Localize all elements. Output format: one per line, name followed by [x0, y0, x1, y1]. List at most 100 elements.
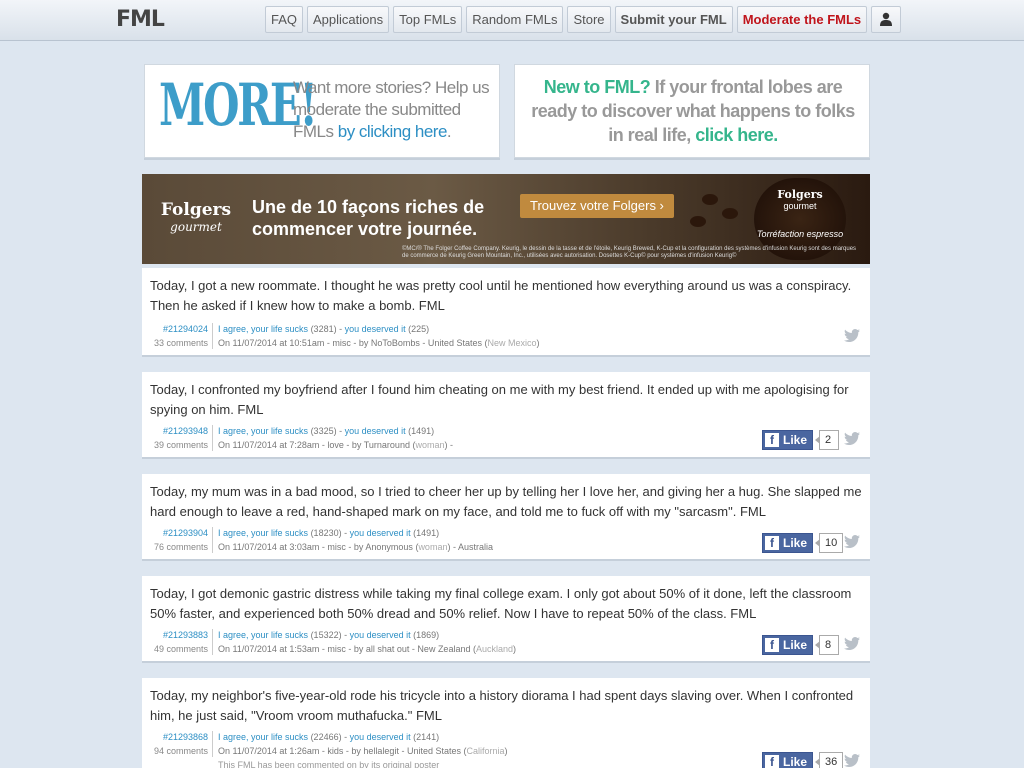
new-to-fml-lead: New to FML?	[543, 77, 651, 97]
deserved-link[interactable]: you deserved it	[350, 630, 411, 640]
nav-random-fmls[interactable]: Random FMLs	[466, 6, 564, 33]
votes-separator: -	[336, 324, 345, 334]
story-number[interactable]: #21293904	[150, 526, 208, 540]
story-date-author: On 11/07/2014 at 3:03am - misc - by Anon…	[218, 542, 419, 552]
like-label: Like	[783, 638, 808, 652]
story-id-block: #21294024 33 comments	[150, 322, 208, 350]
nav-submit-fml[interactable]: Submit your FML	[614, 6, 733, 33]
twitter-icon[interactable]	[844, 754, 860, 767]
twitter-icon[interactable]	[844, 637, 860, 650]
ad-brand-sub: gourmet	[170, 220, 222, 234]
story-location: California	[466, 746, 505, 756]
story-location: Auckland	[475, 644, 513, 654]
fml-logo[interactable]: FML	[116, 7, 165, 32]
twitter-icon[interactable]	[844, 535, 860, 548]
deserved-count: (225)	[408, 324, 430, 334]
facebook-like-button[interactable]: f Like	[762, 752, 814, 768]
fml-story: Today, I got demonic gastric distress wh…	[142, 576, 870, 663]
deserved-link[interactable]: you deserved it	[345, 426, 406, 436]
meta-divider	[212, 731, 213, 757]
story-id-block: #21293868 94 comments	[150, 730, 208, 758]
story-id-block: #21293883 49 comments	[150, 628, 208, 656]
ad-cta-button[interactable]: Trouvez votre Folgers ›	[520, 194, 674, 218]
main-nav: FAQ Applications Top FMLs Random FMLs St…	[265, 6, 902, 33]
story-meta-end: ) -	[444, 440, 453, 450]
story-date-author: On 11/07/2014 at 1:26am - kids - by hell…	[218, 746, 467, 756]
agree-count: (22466)	[310, 732, 342, 742]
story-meta-end: ) - Australia	[447, 542, 493, 552]
original-poster-note: This FML has been commented on by its or…	[218, 760, 440, 768]
story-number[interactable]: #21293868	[150, 730, 208, 744]
agree-link[interactable]: I agree, your life sucks	[218, 324, 308, 334]
deserved-count: (1869)	[413, 630, 440, 640]
story-votes: I agree, your life sucks (3281) - you de…	[218, 322, 738, 336]
story-votes: I agree, your life sucks (22466) - you d…	[218, 730, 738, 744]
like-label: Like	[783, 536, 808, 550]
facebook-like-button[interactable]: f Like	[762, 533, 814, 553]
fml-story: Today, I confronted my boyfriend after I…	[142, 372, 870, 459]
votes-separator: -	[341, 528, 350, 538]
fml-story: Today, my mum was in a bad mood, so I tr…	[142, 474, 870, 561]
story-comments-count[interactable]: 33 comments	[150, 336, 208, 350]
facebook-like-widget: f Like 2	[762, 430, 840, 450]
story-meta: I agree, your life sucks (22466) - you d…	[218, 730, 738, 758]
twitter-icon[interactable]	[844, 329, 860, 342]
story-number[interactable]: #21293883	[150, 628, 208, 642]
moderate-promo-box[interactable]: MORE! Want more stories? Help us moderat…	[144, 64, 500, 158]
fml-story: Today, my neighbor's five-year-old rode …	[142, 678, 870, 768]
user-menu-button[interactable]	[871, 6, 902, 33]
moderate-promo-text: Want more stories? Help us moderate the …	[293, 77, 493, 143]
story-comments-count[interactable]: 94 comments	[150, 744, 208, 758]
story-id-block: #21293904 76 comments	[150, 526, 208, 554]
nav-top-fmls[interactable]: Top FMLs	[393, 6, 463, 33]
folgers-logo: Folgers gourmet	[160, 186, 232, 250]
story-location: woman	[418, 542, 448, 552]
ad-fine-print: ©MC/® The Folger Coffee Company. Keurig,…	[402, 246, 857, 259]
deserved-link[interactable]: you deserved it	[350, 528, 411, 538]
story-details: On 11/07/2014 at 1:53am - misc - by all …	[218, 642, 738, 656]
story-comments-count[interactable]: 76 comments	[150, 540, 208, 554]
like-count: 2	[815, 430, 840, 450]
new-to-fml-link[interactable]: click here.	[695, 125, 778, 145]
story-meta: I agree, your life sucks (15322) - you d…	[218, 628, 738, 656]
story-id-block: #21293948 39 comments	[150, 424, 208, 452]
meta-divider	[212, 629, 213, 655]
moderate-promo-period: .	[446, 122, 452, 141]
agree-link[interactable]: I agree, your life sucks	[218, 630, 308, 640]
deserved-link[interactable]: you deserved it	[350, 732, 411, 742]
agree-link[interactable]: I agree, your life sucks	[218, 528, 308, 538]
votes-separator: -	[341, 630, 350, 640]
new-to-fml-promo-box[interactable]: New to FML? If your frontal lobes are re…	[514, 64, 870, 158]
meta-divider	[212, 323, 213, 349]
story-comments-count[interactable]: 39 comments	[150, 438, 208, 452]
nav-moderate-fmls[interactable]: Moderate the FMLs	[736, 6, 868, 33]
story-details: On 11/07/2014 at 3:03am - misc - by Anon…	[218, 540, 738, 554]
story-meta: I agree, your life sucks (3281) - you de…	[218, 322, 738, 350]
story-votes: I agree, your life sucks (3325) - you de…	[218, 424, 738, 438]
facebook-like-button[interactable]: f Like	[762, 430, 814, 450]
deserved-count: (2141)	[413, 732, 440, 742]
nav-applications[interactable]: Applications	[307, 6, 390, 33]
facebook-like-button[interactable]: f Like	[762, 635, 814, 655]
nav-store[interactable]: Store	[567, 6, 611, 33]
ad-headline: Une de 10 façons riches de commencer vot…	[252, 197, 485, 239]
deserved-count: (1491)	[408, 426, 435, 436]
story-text: Today, my neighbor's five-year-old rode …	[150, 688, 854, 723]
coffee-bean-decoration	[690, 216, 706, 227]
ad-brand-name: Folgers	[160, 200, 232, 220]
agree-link[interactable]: I agree, your life sucks	[218, 732, 308, 742]
nav-faq[interactable]: FAQ	[265, 6, 304, 33]
story-meta: I agree, your life sucks (18230) - you d…	[218, 526, 738, 554]
moderate-promo-link[interactable]: by clicking here	[338, 122, 448, 141]
folgers-ad-banner[interactable]: Folgers gourmet Une de 10 façons riches …	[142, 174, 870, 264]
facebook-icon: f	[765, 433, 779, 447]
twitter-icon[interactable]	[844, 432, 860, 445]
story-meta-end: )	[513, 644, 516, 654]
story-comments-count[interactable]: 49 comments	[150, 642, 208, 656]
story-number[interactable]: #21293948	[150, 424, 208, 438]
story-text: Today, I got demonic gastric distress wh…	[150, 586, 852, 621]
deserved-link[interactable]: you deserved it	[345, 324, 406, 334]
facebook-icon: f	[765, 638, 779, 652]
agree-link[interactable]: I agree, your life sucks	[218, 426, 308, 436]
story-number[interactable]: #21294024	[150, 322, 208, 336]
